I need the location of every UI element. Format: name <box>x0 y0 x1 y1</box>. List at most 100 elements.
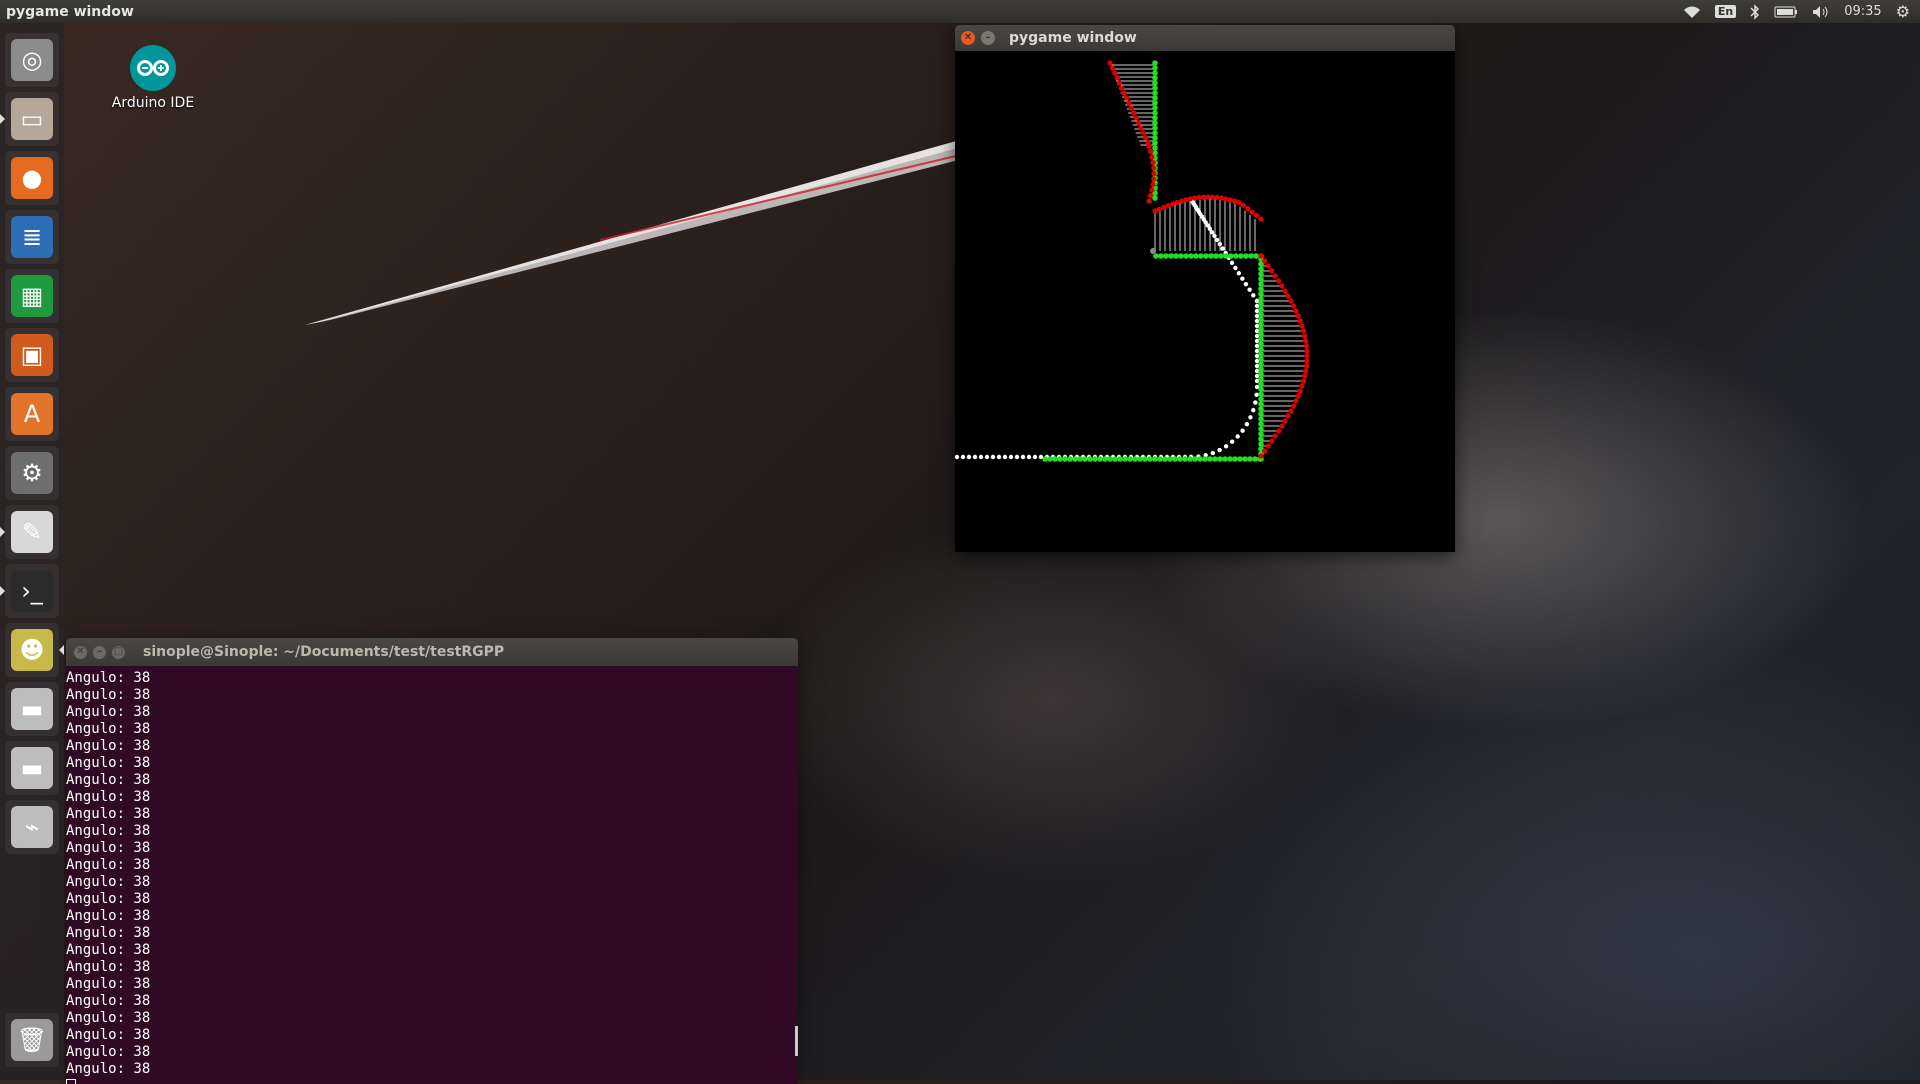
launcher-item-drive-1[interactable]: ▬ <box>5 682 59 736</box>
launcher-item-software-center[interactable]: A <box>5 387 59 441</box>
green-path-point <box>1097 456 1103 462</box>
green-path-point <box>1228 253 1234 259</box>
launcher-item-files[interactable]: ▭ <box>0 92 59 146</box>
red-path-point <box>1279 423 1285 429</box>
launcher-item-drive-2[interactable]: ▬ <box>5 741 59 795</box>
close-icon[interactable]: ✕ <box>961 31 975 45</box>
wifi-icon[interactable] <box>1683 5 1701 19</box>
green-path-point <box>1242 456 1248 462</box>
green-path-point <box>1042 456 1048 462</box>
terminal-line: Angulo: 38 <box>66 891 151 907</box>
terminal-line: Angulo: 38 <box>66 721 151 737</box>
wallpaper-sword-illustration <box>305 140 991 325</box>
green-path-point <box>1258 291 1264 297</box>
launcher-item-libreoffice-impress[interactable]: ▣ <box>5 328 59 382</box>
red-path-point <box>1150 181 1156 188</box>
terminal-scrollbar[interactable] <box>795 671 798 1066</box>
launcher-item-usb-drive[interactable]: ⌁ <box>5 800 59 854</box>
active-app-title: pygame window <box>6 3 134 20</box>
green-path-point <box>1077 456 1083 462</box>
red-path-point <box>1290 303 1297 309</box>
red-path-point <box>1126 100 1132 106</box>
pygame-canvas[interactable] <box>954 51 1455 552</box>
green-path-point <box>1258 281 1264 287</box>
system-settings-icon: ⚙ <box>11 452 53 494</box>
green-path-point <box>1258 431 1264 437</box>
settings-gear-icon[interactable]: ⚙ <box>1896 2 1910 21</box>
launcher-item-trash[interactable]: 🗑 <box>5 1013 59 1067</box>
volume-icon[interactable] <box>1812 5 1830 19</box>
launcher-item-libreoffice-calc[interactable]: ▦ <box>5 269 59 323</box>
green-path-point <box>1258 391 1264 397</box>
terminal-output[interactable]: Angulo: 38 Angulo: 38 Angulo: 38 Angulo: 38… <box>66 666 798 1084</box>
terminal-line: Angulo: 38 <box>66 772 151 788</box>
terminal-titlebar[interactable]: ✕ – □ sinople@Sinople: ~/Documents/test/… <box>66 638 798 666</box>
red-path-point <box>1285 293 1291 299</box>
red-path-point <box>1303 343 1310 349</box>
libreoffice-writer-icon: ≣ <box>11 216 53 258</box>
maximize-icon[interactable]: □ <box>112 645 125 659</box>
green-path-point <box>1202 456 1208 462</box>
green-path-point <box>1158 253 1164 259</box>
firefox-icon: ● <box>11 157 53 199</box>
green-path-point <box>1258 311 1264 317</box>
green-path-point <box>1167 456 1173 462</box>
pygame-window-titlebar[interactable]: ✕ – pygame window <box>955 25 1455 51</box>
terminal-line: Angulo: 38 <box>66 1061 151 1077</box>
white-path-point <box>1026 454 1032 460</box>
white-path-point <box>984 454 990 460</box>
red-path-point <box>1124 95 1130 101</box>
red-path-point <box>1149 154 1155 160</box>
launcher-item-text-editor[interactable]: ✎ <box>0 505 59 559</box>
usb-drive-icon: ⌁ <box>11 806 53 848</box>
red-path-point <box>1269 268 1275 274</box>
launcher: ◎ ▭ ● ≣ ▦ ▣ A ⚙ ✎ ›_ ☻ ▬ ▬ ⌁ 🗑 <box>0 23 64 1080</box>
launcher-item-python-app[interactable]: ☻ <box>5 623 64 677</box>
terminal-window[interactable]: ✕ – □ sinople@Sinople: ~/Documents/test/… <box>66 638 798 1084</box>
green-path-point <box>1047 456 1053 462</box>
white-path-point <box>1229 260 1235 266</box>
green-path-point <box>1152 90 1158 96</box>
red-path-point <box>1143 135 1149 141</box>
battery-icon[interactable] <box>1774 6 1798 18</box>
green-path-point <box>1258 301 1264 307</box>
minimize-icon[interactable]: – <box>981 31 995 45</box>
red-path-point <box>1279 283 1285 289</box>
keyboard-layout-indicator[interactable]: En <box>1714 5 1737 18</box>
minimize-icon[interactable]: – <box>93 645 106 659</box>
bluetooth-icon[interactable] <box>1750 3 1760 20</box>
red-path-point <box>1209 194 1216 200</box>
white-path-point <box>960 454 966 460</box>
white-path-point <box>1220 246 1225 251</box>
red-path-point <box>1135 120 1142 126</box>
green-path-point <box>1067 456 1073 462</box>
white-path-point <box>1236 271 1242 276</box>
desktop-icon-arduino-ide[interactable]: Arduino IDE <box>105 45 201 111</box>
launcher-item-terminal[interactable]: ›_ <box>0 564 59 618</box>
close-icon[interactable]: ✕ <box>74 645 87 659</box>
white-path-point <box>1251 293 1256 298</box>
launcher-item-system-settings[interactable]: ⚙ <box>5 446 59 500</box>
launcher-item-firefox[interactable]: ● <box>5 151 59 205</box>
green-path-point <box>1258 416 1264 422</box>
red-path-point <box>1231 198 1238 204</box>
green-path-point <box>1182 456 1188 462</box>
terminal-line: Angulo: 38 <box>66 1027 151 1043</box>
red-path-point <box>1146 143 1152 149</box>
red-path-point <box>1295 393 1301 399</box>
green-path-point <box>1227 456 1233 462</box>
red-path-point <box>1112 70 1118 76</box>
white-path-point <box>1032 454 1038 460</box>
white-path-point <box>1233 265 1238 271</box>
launcher-item-libreoffice-writer[interactable]: ≣ <box>5 210 59 264</box>
terminal-icon: ›_ <box>11 570 53 612</box>
red-path-point <box>1285 413 1291 419</box>
green-path-point <box>1162 456 1168 462</box>
red-path-point <box>1288 298 1294 304</box>
pygame-window-title: pygame window <box>1009 30 1137 46</box>
clock[interactable]: 09:35 <box>1844 4 1881 19</box>
launcher-item-ubuntu-dash[interactable]: ◎ <box>5 33 59 87</box>
terminal-line: Angulo: 38 <box>66 925 151 941</box>
pygame-window[interactable]: ✕ – pygame window <box>954 25 1455 552</box>
red-path-point <box>1165 203 1171 209</box>
